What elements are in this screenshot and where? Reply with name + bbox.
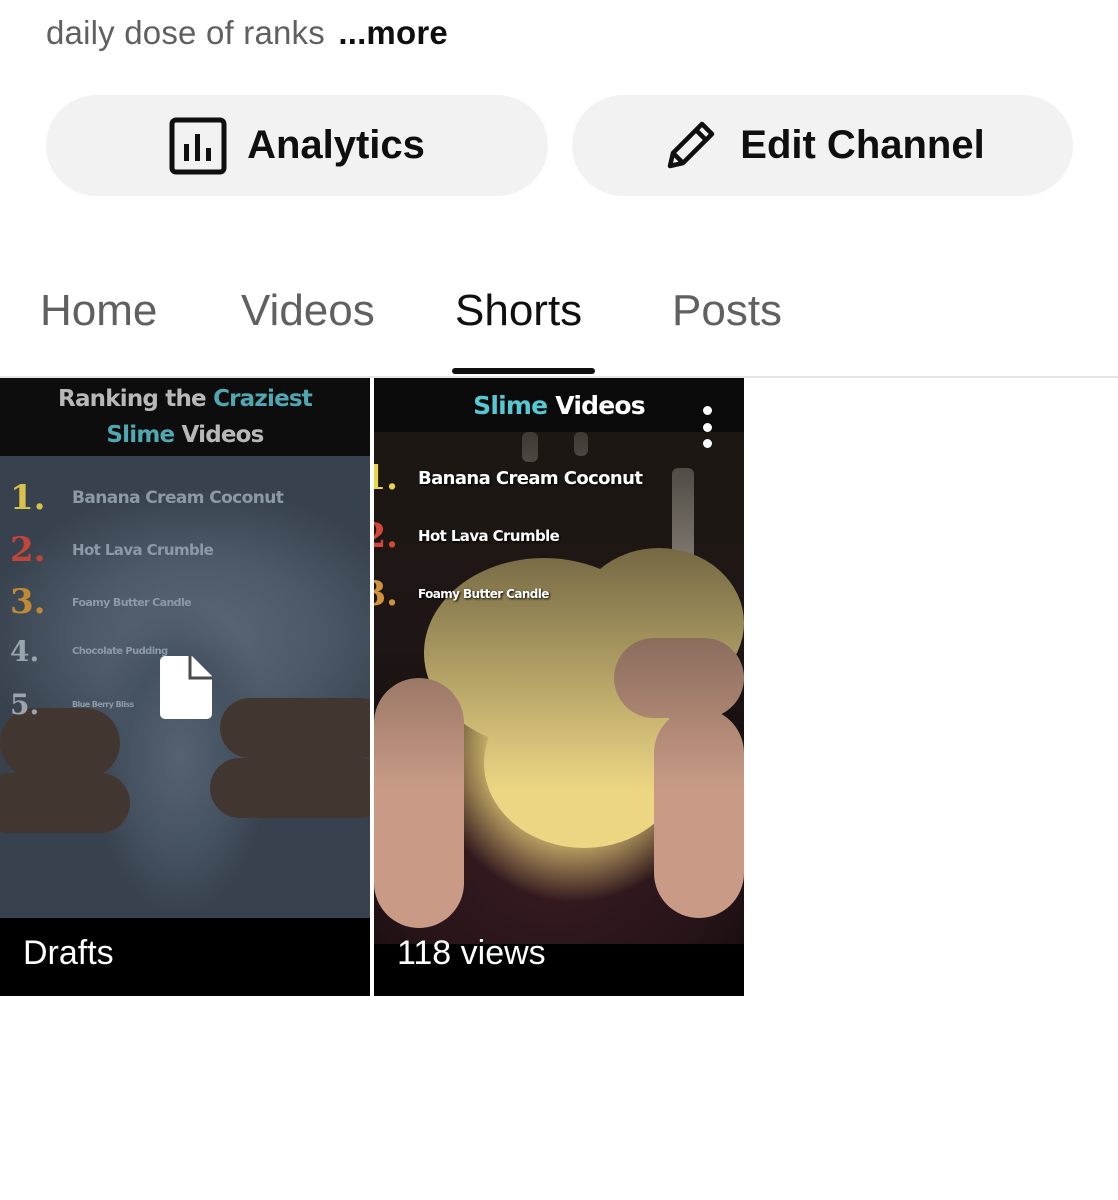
rank-label: Foamy Butter Candle xyxy=(418,587,549,601)
view-count: 118 views xyxy=(397,934,546,972)
analytics-label: Analytics xyxy=(247,123,425,167)
title-highlight: Slime xyxy=(473,390,548,420)
bar-chart-icon xyxy=(169,117,227,175)
thumbnail-shadow xyxy=(374,432,744,944)
rank-label: Foamy Butter Candle xyxy=(72,595,192,609)
rank-label: Banana Cream Coconut xyxy=(72,488,284,508)
pencil-icon xyxy=(660,116,720,176)
rank-row: 4. Chocolate Pudding xyxy=(10,635,168,668)
rank-number: 3. xyxy=(10,582,46,622)
tab-posts[interactable]: Posts xyxy=(672,286,782,336)
channel-tabs: Home Videos Shorts Posts xyxy=(0,270,1118,378)
title-highlight: Craziest xyxy=(213,386,313,412)
analytics-button[interactable]: Analytics xyxy=(46,95,548,196)
title-text: Videos xyxy=(555,390,645,420)
rank-label: Chocolate Pudding xyxy=(72,646,168,657)
more-vertical-icon[interactable] xyxy=(696,406,718,448)
rank-row: 3. Foamy Butter Candle xyxy=(10,582,192,622)
rank-number: 5. xyxy=(10,688,40,721)
title-text: Videos xyxy=(181,422,265,448)
thumbnail-hand xyxy=(0,773,130,833)
draft-footer: Drafts xyxy=(0,918,370,996)
rank-number: 4. xyxy=(10,635,40,668)
rank-label: Hot Lava Crumble xyxy=(72,541,214,559)
channel-description[interactable]: daily dose of ranks ...more xyxy=(46,14,448,52)
tab-videos[interactable]: Videos xyxy=(241,286,375,336)
rank-label: Hot Lava Crumble xyxy=(418,527,560,545)
rank-row: 5. Blue Berry Bliss xyxy=(10,688,134,721)
description-text: daily dose of ranks xyxy=(46,14,325,51)
title-text: Ranking the xyxy=(58,386,207,412)
tab-shorts[interactable]: Shorts xyxy=(455,286,582,336)
tab-home[interactable]: Home xyxy=(40,286,157,336)
rank-row: 2. Hot Lava Crumble xyxy=(374,516,560,556)
rank-number: 2. xyxy=(10,530,46,570)
rank-row: 1. Banana Cream Coconut xyxy=(374,458,643,498)
draft-label: Drafts xyxy=(23,934,114,972)
thumbnail-hand xyxy=(210,758,370,818)
draft-short-card[interactable]: Ranking the Craziest Slime Videos 1. Ban… xyxy=(0,378,370,996)
title-highlight: Slime xyxy=(106,422,175,448)
short-card[interactable]: Slime Videos 1. Banana Cream Coconut 2. … xyxy=(374,378,744,996)
thumbnail-hand xyxy=(220,698,370,758)
edit-channel-label: Edit Channel xyxy=(740,123,985,167)
short-thumbnail-title: Slime Videos xyxy=(374,378,744,432)
rank-number: 3. xyxy=(374,574,398,614)
rank-row: 2. Hot Lava Crumble xyxy=(10,530,214,570)
rank-number: 2. xyxy=(374,516,398,556)
active-tab-indicator xyxy=(452,368,595,374)
draft-thumbnail-title: Ranking the Craziest Slime Videos xyxy=(0,378,370,456)
rank-number: 1. xyxy=(374,458,398,498)
rank-row: 3. Foamy Butter Candle xyxy=(374,574,549,614)
rank-row: 1. Banana Cream Coconut xyxy=(10,478,284,518)
more-link[interactable]: ...more xyxy=(338,14,448,51)
rank-number: 1. xyxy=(10,478,46,518)
rank-label: Banana Cream Coconut xyxy=(418,467,643,489)
edit-channel-button[interactable]: Edit Channel xyxy=(572,95,1073,196)
document-icon xyxy=(160,656,212,724)
rank-label: Blue Berry Bliss xyxy=(72,700,134,709)
